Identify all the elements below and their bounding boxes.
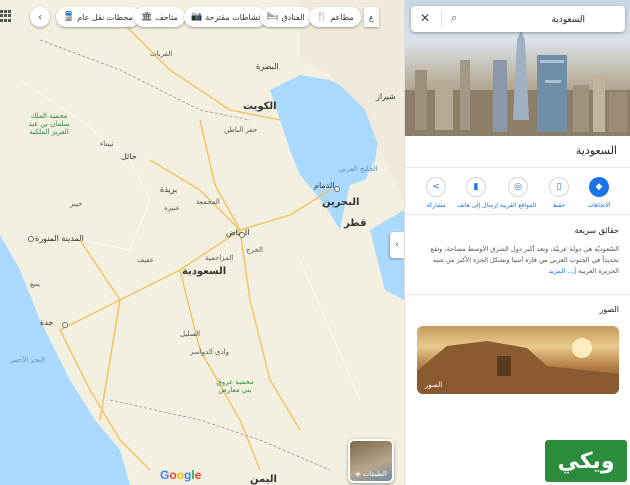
map-label: القريات (150, 50, 173, 58)
city-marker (28, 236, 34, 242)
action-label: الاتجاهات (587, 202, 611, 209)
map-label: المدينة المنورة (35, 234, 84, 243)
map-label: الخرج (246, 246, 263, 254)
map-label: الكويت (243, 101, 277, 112)
divider (405, 294, 630, 295)
place-title: السعودية (575, 144, 617, 157)
action-label: حفظ (552, 202, 566, 209)
directions-icon: ◆ (589, 177, 609, 197)
bookmark-icon: ▯ (549, 177, 569, 197)
map-label: الخليج العربي (338, 165, 378, 173)
map-label: وادي الدواسر (190, 348, 229, 356)
action-label: إرسال إلى هاتف (457, 202, 498, 209)
city-marker (334, 186, 340, 192)
more-link[interactable]: [... المزيد (549, 267, 577, 275)
action-label: المواقع القريبة (499, 202, 537, 209)
phone-icon: ▮ (466, 177, 486, 197)
map-label: البحر الأحمر (10, 356, 45, 364)
chip-hotels[interactable]: 🛏 الفنادق (260, 7, 312, 27)
map-label: عفيف (137, 256, 155, 264)
layers-button[interactable]: ◈ الطبقات (348, 439, 394, 483)
map-label: شيراز (376, 92, 396, 101)
share-icon: < (426, 177, 446, 197)
map-label: خيبر (70, 200, 83, 208)
action-send-to-phone[interactable]: ▮ إرسال إلى هاتف (457, 177, 498, 209)
chip-transit[interactable]: 🚆 محطات نقل عام (56, 7, 140, 27)
map-label: المجمعة (196, 198, 220, 206)
search-divider (441, 12, 442, 26)
collapse-panel-button[interactable]: ‹ (390, 232, 404, 258)
layers-label: الطبقات (362, 470, 387, 478)
chip-museums[interactable]: 🏛 متاحف (134, 7, 185, 27)
city-marker (62, 322, 68, 328)
map-label: محمية الملك سلمان بن عبد العزيز الملكية (28, 112, 70, 136)
search-icon[interactable]: ⌕ (451, 11, 457, 25)
map-label: بريدة (160, 185, 178, 194)
search-input[interactable] (463, 10, 587, 30)
train-icon: 🚆 (63, 12, 75, 22)
photos-title: الصور (599, 305, 619, 314)
map-label: قطر (344, 218, 367, 229)
google-logo: Google (160, 468, 202, 482)
action-share[interactable]: < مشاركة (417, 177, 455, 209)
nearby-icon: ◎ (508, 177, 528, 197)
camera-icon: 📷 (191, 12, 203, 22)
chevron-left-icon: ‹ (38, 11, 42, 23)
map-label: السعودية (182, 266, 227, 277)
facts-text: السّعوديّة هي دولة عربيّة، وتعد أكبر دول… (430, 245, 619, 275)
chip-label: متاحف (155, 12, 178, 22)
close-icon[interactable]: ✕ (420, 11, 430, 25)
map-label: البحرين (322, 197, 360, 208)
chip-restaurants[interactable]: 🍴 مطاعم (309, 7, 361, 27)
chevron-right-icon: ع (369, 12, 374, 22)
action-nearby[interactable]: ◎ المواقع القريبة (499, 177, 537, 209)
map-label: حائل (121, 152, 137, 161)
place-panel: ✕ ⌕ السعودية ◆ الاتجاهات ▯ حفظ ◎ المواقع… (404, 0, 630, 485)
chip-label: مطاعم (330, 12, 354, 22)
map-label: اليمن (250, 474, 277, 485)
map-label: عنيزة (164, 204, 180, 212)
action-label: مشاركة (426, 202, 446, 209)
map-label: جدة (40, 318, 54, 327)
city-marker (239, 232, 245, 238)
map-label: تيماء (100, 140, 114, 148)
map-label: البصرة (256, 62, 279, 71)
watermark-logo: ويكي (545, 440, 627, 482)
map-label: الرياض (226, 228, 250, 237)
quick-facts-text: السّعوديّة هي دولة عربيّة، وتعد أكبر دول… (415, 244, 619, 277)
map-label: حفر الباطن (224, 126, 258, 134)
photo-graphic (417, 338, 619, 394)
photo-label: الصور (425, 381, 443, 389)
map-canvas[interactable]: ‹ 🚆 محطات نقل عام 🏛 متاحف 📷 نشاطات مقترحة 🛏… (0, 0, 404, 485)
action-directions[interactable]: ◆ الاتجاهات (580, 177, 618, 209)
map-label: ينبع (30, 280, 40, 288)
chevron-left-icon: ‹ (395, 240, 399, 250)
search-box: ✕ ⌕ (411, 6, 625, 32)
chip-things-to-do[interactable]: 📷 نشاطات مقترحة (184, 7, 268, 27)
map-label: محمية عروق بني معارض (216, 378, 254, 394)
map-label: الدمام (314, 181, 335, 190)
action-save[interactable]: ▯ حفظ (540, 177, 578, 209)
photo-thumbnail[interactable]: الصور (417, 326, 619, 394)
apps-grid-icon[interactable] (0, 10, 12, 22)
chip-more[interactable]: ع (364, 7, 379, 27)
chip-label: نشاطات مقترحة (205, 12, 261, 22)
chip-label: محطات نقل عام (77, 12, 133, 22)
divider (405, 167, 630, 168)
chips-scroll-button[interactable]: ‹ (30, 7, 50, 27)
layers-icon: ◈ (355, 470, 361, 478)
museum-icon: 🏛 (141, 12, 153, 22)
fork-knife-icon: 🍴 (316, 12, 328, 22)
bed-icon: 🛏 (267, 12, 279, 22)
divider (405, 214, 630, 215)
chip-label: الفنادق (281, 12, 305, 22)
map-label: السليل (180, 330, 201, 338)
quick-facts-title: حقائق سريعة (574, 226, 619, 235)
map-label: المزاحمية (205, 254, 234, 262)
